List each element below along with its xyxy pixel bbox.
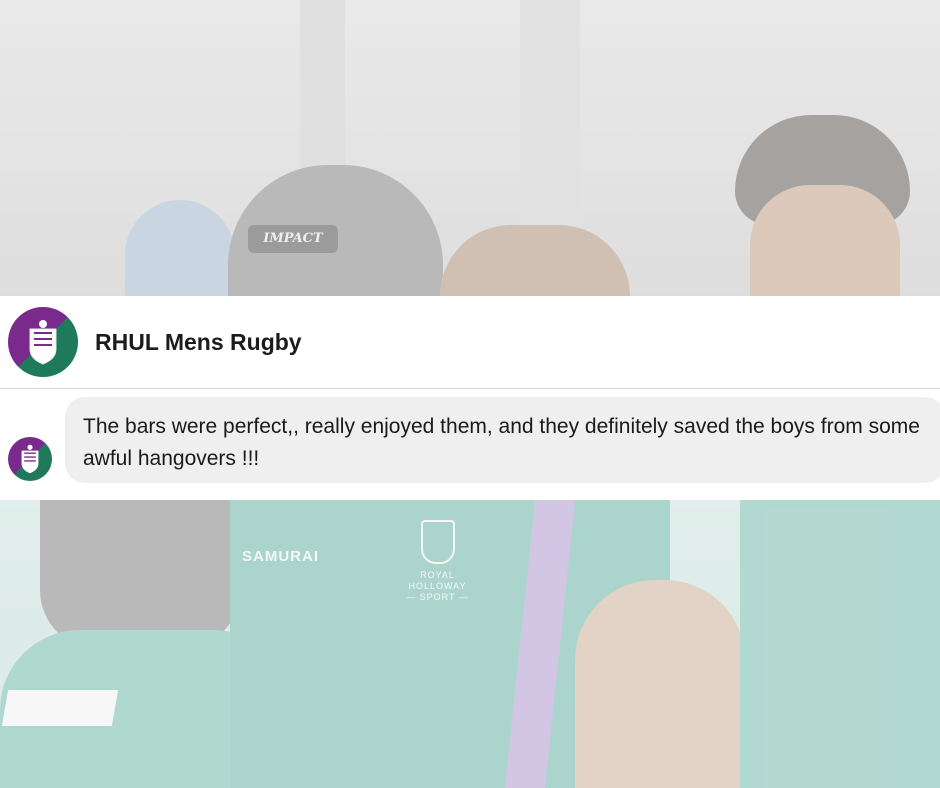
comment-text: The bars were perfect,, really enjoyed t… <box>83 415 920 470</box>
shirt-purple-stripe <box>504 500 576 788</box>
shirt-brand-text: SAMURAI <box>242 548 319 565</box>
comment-card: The bars were perfect,, really enjoyed t… <box>0 389 940 500</box>
page-avatar[interactable] <box>8 307 78 377</box>
player-hair <box>440 225 630 296</box>
player-scrum-cap: IMPACT <box>228 165 443 296</box>
page-name[interactable]: RHUL Mens Rugby <box>95 329 302 356</box>
post-header: RHUL Mens Rugby <box>0 296 940 389</box>
player-left-helmet <box>40 500 240 650</box>
player-blue-helmet <box>125 200 235 296</box>
university-crest-icon <box>29 320 57 365</box>
photo-top: IMPACT <box>0 0 940 296</box>
comment-avatar[interactable] <box>8 437 52 481</box>
comment-bubble: The bars were perfect,, really enjoyed t… <box>65 397 940 483</box>
helmet-logo: IMPACT <box>248 225 338 253</box>
comment-avatar-wrap <box>8 437 52 481</box>
player-right-shirt <box>740 500 940 788</box>
player-arm <box>575 580 745 788</box>
crest-line: ROYAL <box>420 570 455 580</box>
crest-line: — SPORT — <box>406 592 469 602</box>
shirt-number <box>1 690 119 726</box>
shirt-crest: ROYAL HOLLOWAY — SPORT — <box>400 520 475 603</box>
crest-icon <box>420 520 455 564</box>
player-right-face <box>750 185 900 296</box>
crest-line: HOLLOWAY <box>408 581 467 591</box>
university-crest-icon <box>21 444 39 474</box>
photo-bottom: SAMURAI ROYAL HOLLOWAY — SPORT — <box>0 500 940 788</box>
